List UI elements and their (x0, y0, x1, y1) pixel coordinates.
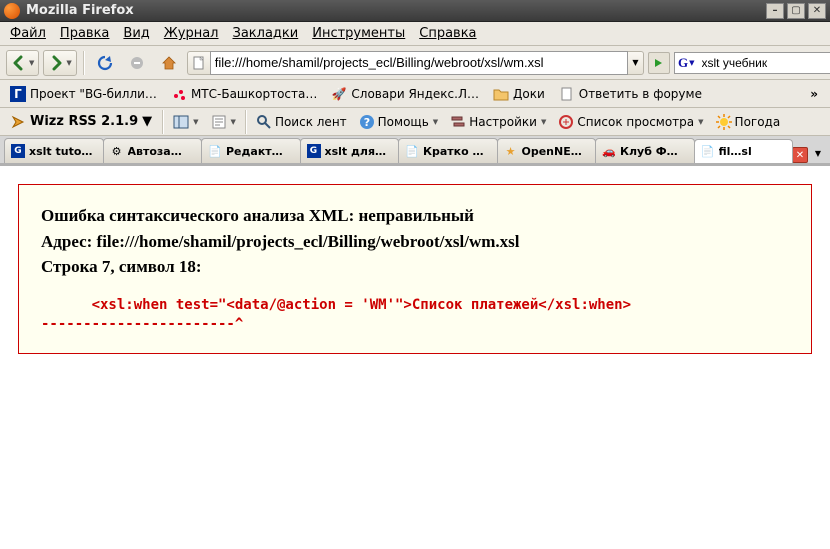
rss-search-feeds[interactable]: Поиск лент (251, 112, 352, 132)
xml-error-box: Ошибка синтаксического анализа XML: непр… (18, 184, 812, 354)
error-location-line: Строка 7, символ 18: (41, 254, 789, 280)
bookmarks-toolbar: Г Проект "BG-билли… МТС-Башкортоста… 🚀 С… (0, 80, 830, 108)
url-identity-box[interactable] (187, 51, 210, 75)
menu-history[interactable]: Журнал (158, 24, 225, 43)
error-source-code: <xsl:when test="<data/@action = 'WM'">Сп… (41, 296, 789, 335)
wizz-icon (10, 114, 26, 130)
search-engine-button[interactable]: G▼ (674, 52, 698, 74)
reload-button[interactable] (91, 50, 119, 76)
settings-icon (450, 114, 466, 130)
tab-redakt[interactable]: 📄Редакт… (201, 138, 301, 163)
tab-openne[interactable]: ★OpenNE… (497, 138, 597, 163)
site-icon (171, 86, 187, 102)
window-title: Mozilla Firefox (26, 3, 766, 18)
tool-label: Настройки (469, 115, 537, 129)
bookmark-mts[interactable]: МТС-Башкортоста… (165, 84, 323, 104)
page-icon (192, 56, 206, 70)
bookmark-label: Доки (513, 87, 545, 101)
folder-icon (493, 86, 509, 102)
separator (162, 110, 164, 134)
navigation-toolbar: ▼ ▼ ▼ G▼ (0, 46, 830, 80)
gear-icon: ⚙ (110, 144, 124, 158)
star-icon: ★ (504, 144, 518, 158)
maximize-button[interactable]: ▢ (787, 3, 805, 19)
error-address-line: Адрес: file:///home/shamil/projects_ecl/… (41, 229, 789, 255)
bookmark-bg-billing[interactable]: Г Проект "BG-билли… (4, 84, 163, 104)
separator (245, 110, 247, 134)
sun-icon (716, 114, 732, 130)
search-bar-group: G▼ (674, 52, 824, 74)
stop-button[interactable] (123, 50, 151, 76)
panel-icon (173, 114, 189, 130)
tab-xslt-tutorial[interactable]: Gxslt tuto… (4, 138, 104, 163)
separator (83, 51, 85, 75)
forward-button[interactable]: ▼ (43, 50, 76, 76)
tab-kratko[interactable]: 📄Кратко … (398, 138, 498, 163)
svg-text:?: ? (363, 116, 369, 129)
page-icon (559, 86, 575, 102)
bookmark-label: МТС-Башкортоста… (191, 87, 317, 101)
menu-help[interactable]: Справка (413, 24, 482, 43)
page-icon: 📄 (208, 144, 222, 158)
search-icon (256, 114, 272, 130)
minimize-button[interactable]: – (766, 3, 784, 19)
bookmark-label: Проект "BG-билли… (30, 87, 157, 101)
tool-label: Помощь (378, 115, 429, 129)
back-button[interactable]: ▼ (6, 50, 39, 76)
tool-label: Погода (735, 115, 781, 129)
tab-wm-xsl[interactable]: 📄fil…sl (694, 139, 794, 164)
tab-autoza[interactable]: ⚙Автоза… (103, 138, 203, 163)
error-message-line: Ошибка синтаксического анализа XML: непр… (41, 203, 789, 229)
url-bar-group: ▼ (187, 51, 644, 75)
list-icon (558, 114, 574, 130)
bookmark-forum-reply[interactable]: Ответить в форуме (553, 84, 708, 104)
url-input[interactable] (210, 51, 628, 75)
g-icon: G (307, 144, 321, 158)
bookmark-label: Словари Яндекс.Л… (351, 87, 479, 101)
rss-tool-text[interactable]: ▼ (206, 112, 241, 132)
rss-tool-panel[interactable]: ▼ (168, 112, 203, 132)
window-titlebar: Mozilla Firefox – ▢ ✕ (0, 0, 830, 22)
page-icon: 📄 (405, 144, 419, 158)
rss-help[interactable]: ? Помощь▼ (354, 112, 444, 132)
firefox-icon (4, 3, 20, 19)
menu-tools[interactable]: Инструменты (306, 24, 411, 43)
rss-title[interactable]: Wizz RSS 2.1.9 ▼ (4, 112, 158, 132)
error-heading: Ошибка синтаксического анализа XML: непр… (41, 203, 789, 280)
page-content: Ошибка синтаксического анализа XML: непр… (0, 166, 830, 549)
g-icon: G (11, 144, 25, 158)
bookmark-yandex[interactable]: 🚀 Словари Яндекс.Л… (325, 84, 485, 104)
menu-bookmarks[interactable]: Закладки (227, 24, 305, 43)
rss-settings[interactable]: Настройки▼ (445, 112, 551, 132)
menu-view[interactable]: Вид (117, 24, 155, 43)
tab-club[interactable]: 🚗Клуб Ф… (595, 138, 695, 163)
close-window-button[interactable]: ✕ (808, 3, 826, 19)
bookmark-folder-docs[interactable]: Доки (487, 84, 551, 104)
url-dropdown-button[interactable]: ▼ (628, 51, 644, 75)
rss-watchlist[interactable]: Список просмотра▼ (553, 112, 708, 132)
rocket-icon: 🚀 (331, 86, 347, 102)
menu-bar: Файл Правка Вид Журнал Закладки Инструме… (0, 22, 830, 46)
home-button[interactable] (155, 50, 183, 76)
tab-xslt-dlya[interactable]: Gxslt для… (300, 138, 400, 163)
bookmarks-overflow-button[interactable]: » (802, 85, 826, 103)
tab-bar: Gxslt tuto… ⚙Автоза… 📄Редакт… Gxslt для…… (0, 136, 830, 166)
tab-close-button[interactable]: ✕ (792, 147, 808, 163)
site-icon: Г (10, 86, 26, 102)
menu-file[interactable]: Файл (4, 24, 52, 43)
rss-toolbar: Wizz RSS 2.1.9 ▼ ▼ ▼ Поиск лент ? Помощь… (0, 108, 830, 136)
search-input[interactable] (698, 52, 830, 74)
help-icon: ? (359, 114, 375, 130)
tool-label: Поиск лент (275, 115, 347, 129)
go-button[interactable] (648, 52, 670, 74)
tab-list-button[interactable]: ▼ (810, 143, 826, 163)
car-icon: 🚗 (602, 144, 616, 158)
tool-label: Список просмотра (577, 115, 694, 129)
bookmark-label: Ответить в форуме (579, 87, 702, 101)
page-icon: 📄 (701, 145, 715, 159)
text-icon (211, 114, 227, 130)
menu-edit[interactable]: Правка (54, 24, 115, 43)
rss-weather[interactable]: Погода (711, 112, 786, 132)
